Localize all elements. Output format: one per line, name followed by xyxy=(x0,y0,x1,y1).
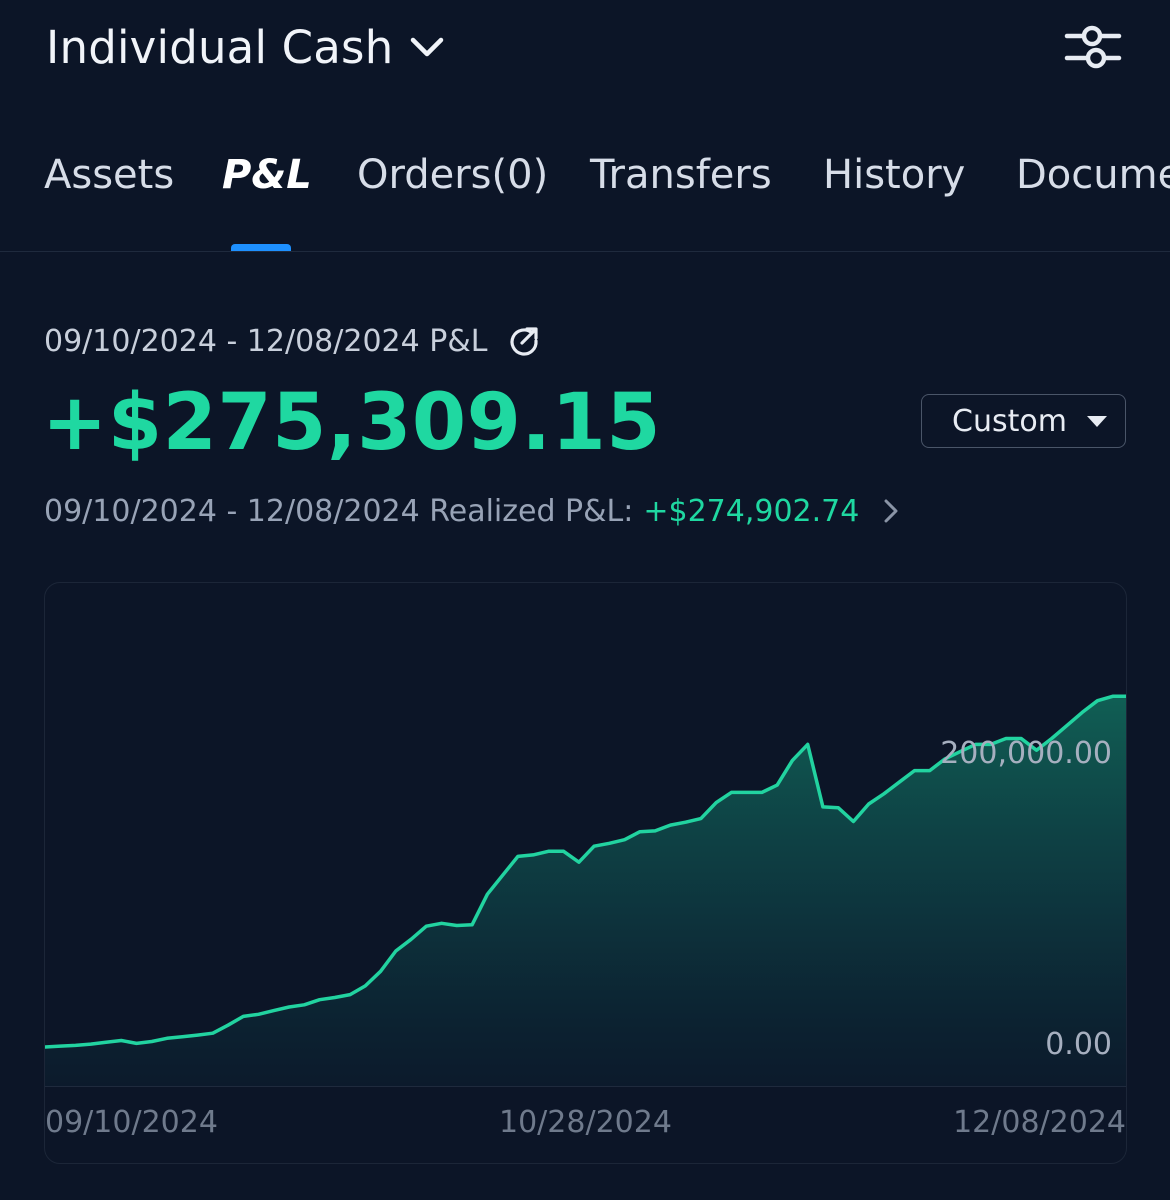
period-select[interactable]: Custom xyxy=(921,394,1126,448)
sliders-icon[interactable] xyxy=(1060,18,1126,74)
y-tick-label: 200,000.00 xyxy=(940,736,1112,771)
y-tick-label: 0.00 xyxy=(1045,1027,1112,1062)
x-axis-line xyxy=(45,1086,1126,1087)
account-title: Individual Cash xyxy=(46,20,394,74)
header: Individual Cash xyxy=(0,0,1170,100)
x-tick-label: 10/28/2024 xyxy=(499,1105,672,1140)
x-tick-label: 12/08/2024 xyxy=(953,1105,1126,1140)
period-select-value: Custom xyxy=(952,403,1067,439)
tab-history[interactable]: History xyxy=(823,152,965,198)
chevron-right-icon xyxy=(884,499,898,523)
tab-orders[interactable]: Orders(0) xyxy=(357,152,548,198)
tab-bar: Assets P&L Orders(0) Transfers History D… xyxy=(0,130,1170,252)
realized-pl-row[interactable]: 09/10/2024 - 12/08/2024 Realized P&L: +$… xyxy=(44,488,903,534)
tab-pl[interactable]: P&L xyxy=(222,152,312,198)
realized-pl-label: 09/10/2024 - 12/08/2024 Realized P&L: xyxy=(44,493,634,529)
account-switcher[interactable]: Individual Cash xyxy=(46,14,447,80)
caret-down-icon xyxy=(1086,415,1107,427)
pl-screen: Individual Cash Assets P&L Orders(0) Tra… xyxy=(0,0,1170,1200)
x-tick-label: 09/10/2024 xyxy=(45,1105,218,1140)
pl-chart[interactable]: 200,000.00 0.00 09/10/2024 10/28/2024 12… xyxy=(44,582,1127,1164)
pl-range-title: 09/10/2024 - 12/08/2024 P&L xyxy=(44,318,541,364)
tab-transfers[interactable]: Transfers xyxy=(590,152,772,198)
active-tab-indicator xyxy=(231,244,291,251)
tab-assets[interactable]: Assets xyxy=(44,152,174,198)
pl-range-label: 09/10/2024 - 12/08/2024 P&L xyxy=(44,323,488,359)
total-pl-value: +$275,309.15 xyxy=(42,378,662,468)
chevron-down-icon xyxy=(411,37,444,57)
pl-chart-plot xyxy=(45,694,1126,1086)
tab-documents[interactable]: Documents xyxy=(1016,152,1170,198)
realized-pl-value: +$274,902.74 xyxy=(643,493,860,529)
share-icon[interactable] xyxy=(507,324,541,358)
